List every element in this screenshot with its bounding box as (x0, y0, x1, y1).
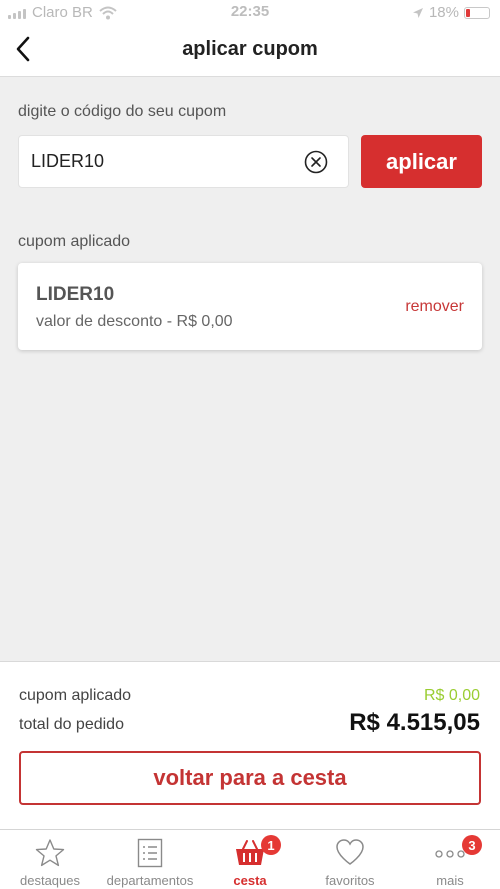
tab-departamentos[interactable]: departamentos (100, 830, 200, 889)
list-icon (137, 838, 163, 868)
more-count-badge: 3 (462, 835, 482, 855)
tab-mais[interactable]: 3 mais (400, 830, 500, 889)
battery-percent: 18% (428, 4, 459, 21)
coupon-code-label: digite o código do seu cupom (18, 103, 227, 120)
battery-icon (464, 6, 490, 19)
nav-bar: aplicar cupom (0, 24, 500, 77)
status-right: 18% (412, 4, 490, 21)
tab-label: cesta (233, 873, 267, 888)
summary-total-value: R$ 4.515,05 (349, 709, 480, 736)
coupon-input[interactable] (31, 136, 301, 187)
clear-icon (304, 150, 328, 174)
summary-coupon-label: cupom aplicado (19, 687, 132, 704)
tab-bar: destaques departamentos 1 cesta favorito (0, 829, 500, 889)
apply-button[interactable]: aplicar (361, 135, 482, 188)
star-icon (35, 839, 65, 867)
tab-cesta[interactable]: 1 cesta (200, 830, 300, 889)
tab-favoritos[interactable]: favoritos (300, 830, 400, 889)
tab-destaques[interactable]: destaques (0, 830, 100, 889)
order-summary: cupom aplicado R$ 0,00 total do pedido R… (0, 661, 500, 829)
applied-coupon-code: LIDER10 (36, 284, 115, 305)
remove-coupon-link[interactable]: remover (405, 298, 464, 316)
coupon-input-box (18, 135, 349, 188)
back-to-cart-button[interactable]: voltar para a cesta (19, 751, 481, 805)
tab-label: mais (436, 873, 464, 888)
summary-coupon-value: R$ 0,00 (423, 687, 480, 704)
heart-icon (336, 839, 364, 865)
applied-coupon-card: LIDER10 valor de desconto - R$ 0,00 remo… (18, 263, 482, 350)
cart-count-badge: 1 (261, 835, 281, 855)
applied-section-label: cupom aplicado (18, 233, 131, 250)
page-title: aplicar cupom (182, 38, 318, 60)
tab-label: departamentos (106, 873, 194, 888)
summary-total-label: total do pedido (19, 716, 124, 733)
tab-label: destaques (20, 873, 80, 888)
discount-value-text: valor de desconto - R$ 0,00 (36, 313, 233, 330)
clear-input-button[interactable] (304, 150, 328, 174)
location-arrow-icon (412, 7, 423, 18)
status-bar: Claro BR 22:35 18% (0, 0, 500, 24)
tab-label: favoritos (325, 873, 375, 888)
